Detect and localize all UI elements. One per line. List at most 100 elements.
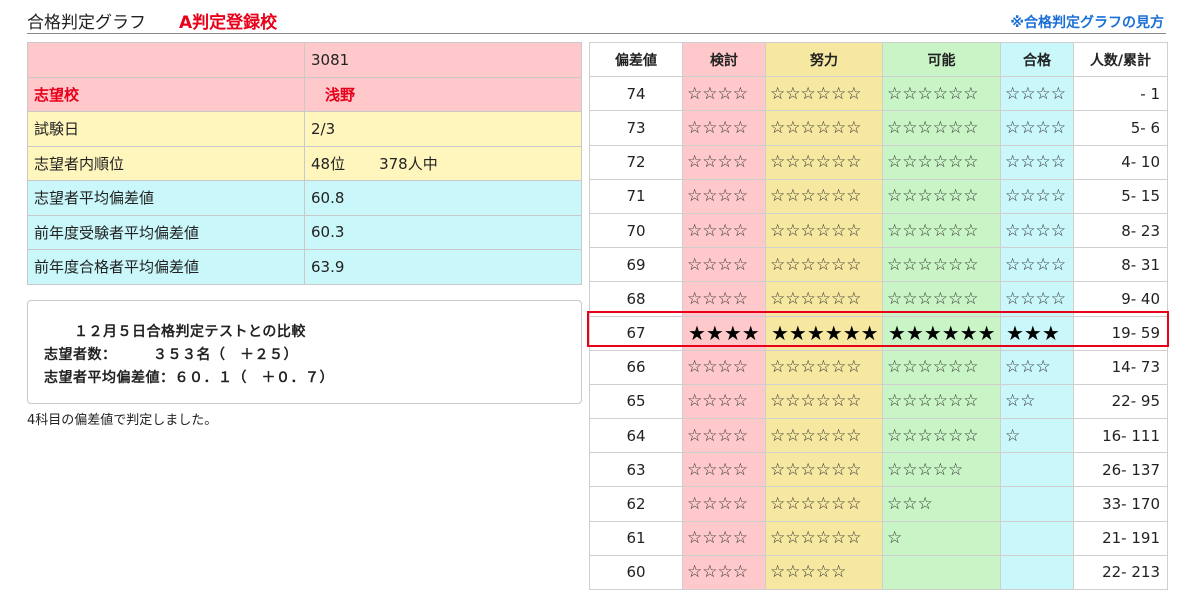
rank-total: 378人中 (379, 154, 438, 173)
deviation-cell: 70 (589, 212, 683, 249)
effort-stars: ★★★★★★ (765, 315, 883, 351)
count-cell: 22- 213 (1073, 554, 1168, 591)
col-header-effort: 努力 (765, 41, 883, 78)
info-row-exam-date: 試験日 2/3 (27, 111, 582, 147)
consider-stars: ☆☆☆☆ (682, 110, 766, 146)
page-header: 合格判定グラフ A判定登録校 ※合格判定グラフの見方 (27, 4, 1166, 34)
comparison-title: １２月５日合格判定テストとの比較 (74, 324, 306, 340)
consider-stars: ☆☆☆☆ (682, 76, 766, 112)
help-link[interactable]: ※合格判定グラフの見方 (1010, 12, 1164, 32)
grade-chart-table: 偏差値 検討 努力 可能 合格 人数/累計 74 ☆☆☆☆ ☆☆☆☆☆☆ ☆☆☆☆☆☆… (589, 41, 1168, 591)
consider-stars: ☆☆☆☆ (682, 247, 766, 283)
deviation-cell: 68 (589, 281, 683, 317)
possible-stars: ☆☆☆☆☆☆ (882, 144, 1001, 180)
pass-stars: ☆☆☆☆ (1000, 247, 1074, 283)
consider-stars: ☆☆☆☆ (682, 178, 766, 214)
pass-stars: ☆☆☆☆ (1000, 144, 1074, 180)
info-label: 志望校 (27, 76, 305, 112)
col-header-count: 人数/累計 (1073, 41, 1168, 78)
grade-row: 71 ☆☆☆☆ ☆☆☆☆☆☆ ☆☆☆☆☆☆ ☆☆☆☆ 5- 15 (589, 178, 1168, 214)
grade-row: 62 ☆☆☆☆ ☆☆☆☆☆☆ ☆☆☆ 33- 170 (589, 486, 1168, 522)
possible-stars: ☆☆☆☆☆☆ (882, 247, 1001, 283)
consider-stars: ☆☆☆☆ (682, 554, 766, 591)
count-cell: 26- 137 (1073, 452, 1168, 488)
count-cell: 16- 111 (1073, 418, 1168, 454)
consider-stars: ☆☆☆☆ (682, 281, 766, 317)
grade-header-row: 偏差値 検討 努力 可能 合格 人数/累計 (589, 41, 1168, 78)
consider-stars: ☆☆☆☆ (682, 520, 766, 556)
judgement-badge: A判定登録校 (179, 13, 278, 33)
deviation-cell: 65 (589, 383, 683, 420)
effort-stars: ☆☆☆☆☆☆ (765, 383, 883, 420)
effort-stars: ☆☆☆☆☆☆ (765, 452, 883, 488)
info-row-school: 志望校 浅野 (27, 76, 582, 112)
count-cell: 21- 191 (1073, 520, 1168, 556)
info-label (27, 42, 305, 78)
school-info-table: 3081 志望校 浅野 試験日 2/3 志望者内順位 48位 378人中 志望者平… (27, 42, 582, 285)
info-row-rank: 志望者内順位 48位 378人中 (27, 145, 582, 181)
info-value: 48位 378人中 (304, 145, 582, 181)
possible-stars: ☆☆☆☆☆☆ (882, 110, 1001, 146)
info-label: 志望者内順位 (27, 145, 305, 181)
grade-row: 65 ☆☆☆☆ ☆☆☆☆☆☆ ☆☆☆☆☆☆ ☆☆ 22- 95 (589, 383, 1168, 420)
count-cell: 5- 6 (1073, 110, 1168, 146)
page-title: 合格判定グラフ (27, 13, 146, 33)
effort-stars: ☆☆☆☆☆☆ (765, 418, 883, 454)
judgement-note: 4科目の偏差値で判定しました。 (27, 413, 218, 428)
comparison-box: １２月５日合格判定テストとの比較 志望者数： ３５３名（ ＋２５） 志望者平均偏… (27, 300, 582, 404)
possible-stars: ☆☆☆☆☆☆ (882, 212, 1001, 249)
grade-row: 72 ☆☆☆☆ ☆☆☆☆☆☆ ☆☆☆☆☆☆ ☆☆☆☆ 4- 10 (589, 144, 1168, 180)
count-cell: 33- 170 (1073, 486, 1168, 522)
possible-stars: ☆☆☆ (882, 486, 1001, 522)
count-cell: 8- 23 (1073, 212, 1168, 249)
consider-stars: ☆☆☆☆ (682, 144, 766, 180)
effort-stars: ☆☆☆☆☆☆ (765, 281, 883, 317)
effort-stars: ☆☆☆☆☆☆ (765, 144, 883, 180)
deviation-cell: 72 (589, 144, 683, 180)
consider-stars: ★★★★ (682, 315, 766, 351)
grade-row: 69 ☆☆☆☆ ☆☆☆☆☆☆ ☆☆☆☆☆☆ ☆☆☆☆ 8- 31 (589, 247, 1168, 283)
count-cell: - 1 (1073, 76, 1168, 112)
pass-stars (1000, 452, 1074, 488)
info-label: 前年度受験者平均偏差値 (27, 214, 305, 250)
info-label: 志望者平均偏差値 (27, 180, 305, 216)
count-cell: 9- 40 (1073, 281, 1168, 317)
effort-stars: ☆☆☆☆☆☆ (765, 76, 883, 112)
grade-row: 64 ☆☆☆☆ ☆☆☆☆☆☆ ☆☆☆☆☆☆ ☆ 16- 111 (589, 418, 1168, 454)
pass-stars: ☆☆☆☆ (1000, 178, 1074, 214)
possible-stars: ☆ (882, 520, 1001, 556)
deviation-cell: 63 (589, 452, 683, 488)
deviation-cell: 69 (589, 247, 683, 283)
grade-row: 73 ☆☆☆☆ ☆☆☆☆☆☆ ☆☆☆☆☆☆ ☆☆☆☆ 5- 6 (589, 110, 1168, 146)
col-header-consider: 検討 (682, 41, 766, 78)
pass-stars: ☆☆ (1000, 383, 1074, 420)
consider-stars: ☆☆☆☆ (682, 349, 766, 385)
effort-stars: ☆☆☆☆☆☆ (765, 486, 883, 522)
possible-stars: ☆☆☆☆☆☆ (882, 76, 1001, 112)
pass-stars: ☆☆☆☆ (1000, 76, 1074, 112)
info-value: 2/3 (304, 111, 582, 147)
pass-stars: ☆☆☆ (1000, 349, 1074, 385)
pass-stars: ☆☆☆☆ (1000, 110, 1074, 146)
effort-stars: ☆☆☆☆☆ (765, 554, 883, 591)
col-header-pass: 合格 (1000, 41, 1074, 78)
effort-stars: ☆☆☆☆☆☆ (765, 349, 883, 385)
consider-stars: ☆☆☆☆ (682, 383, 766, 420)
grade-row: 66 ☆☆☆☆ ☆☆☆☆☆☆ ☆☆☆☆☆☆ ☆☆☆ 14- 73 (589, 349, 1168, 385)
info-row-prev-examinee: 前年度受験者平均偏差値 60.3 (27, 214, 582, 250)
effort-stars: ☆☆☆☆☆☆ (765, 178, 883, 214)
count-cell: 5- 15 (1073, 178, 1168, 214)
info-row-avg: 志望者平均偏差値 60.8 (27, 180, 582, 216)
consider-stars: ☆☆☆☆ (682, 418, 766, 454)
deviation-cell: 66 (589, 349, 683, 385)
info-value: 63.9 (304, 249, 582, 285)
col-header-deviation: 偏差値 (589, 41, 683, 78)
possible-stars: ★★★★★★ (882, 315, 1001, 351)
possible-stars: ☆☆☆☆☆ (882, 452, 1001, 488)
effort-stars: ☆☆☆☆☆☆ (765, 520, 883, 556)
possible-stars: ☆☆☆☆☆☆ (882, 383, 1001, 420)
col-header-possible: 可能 (882, 41, 1001, 78)
deviation-cell: 62 (589, 486, 683, 522)
info-value: 60.3 (304, 214, 582, 250)
grade-row: 60 ☆☆☆☆ ☆☆☆☆☆ 22- 213 (589, 554, 1168, 591)
